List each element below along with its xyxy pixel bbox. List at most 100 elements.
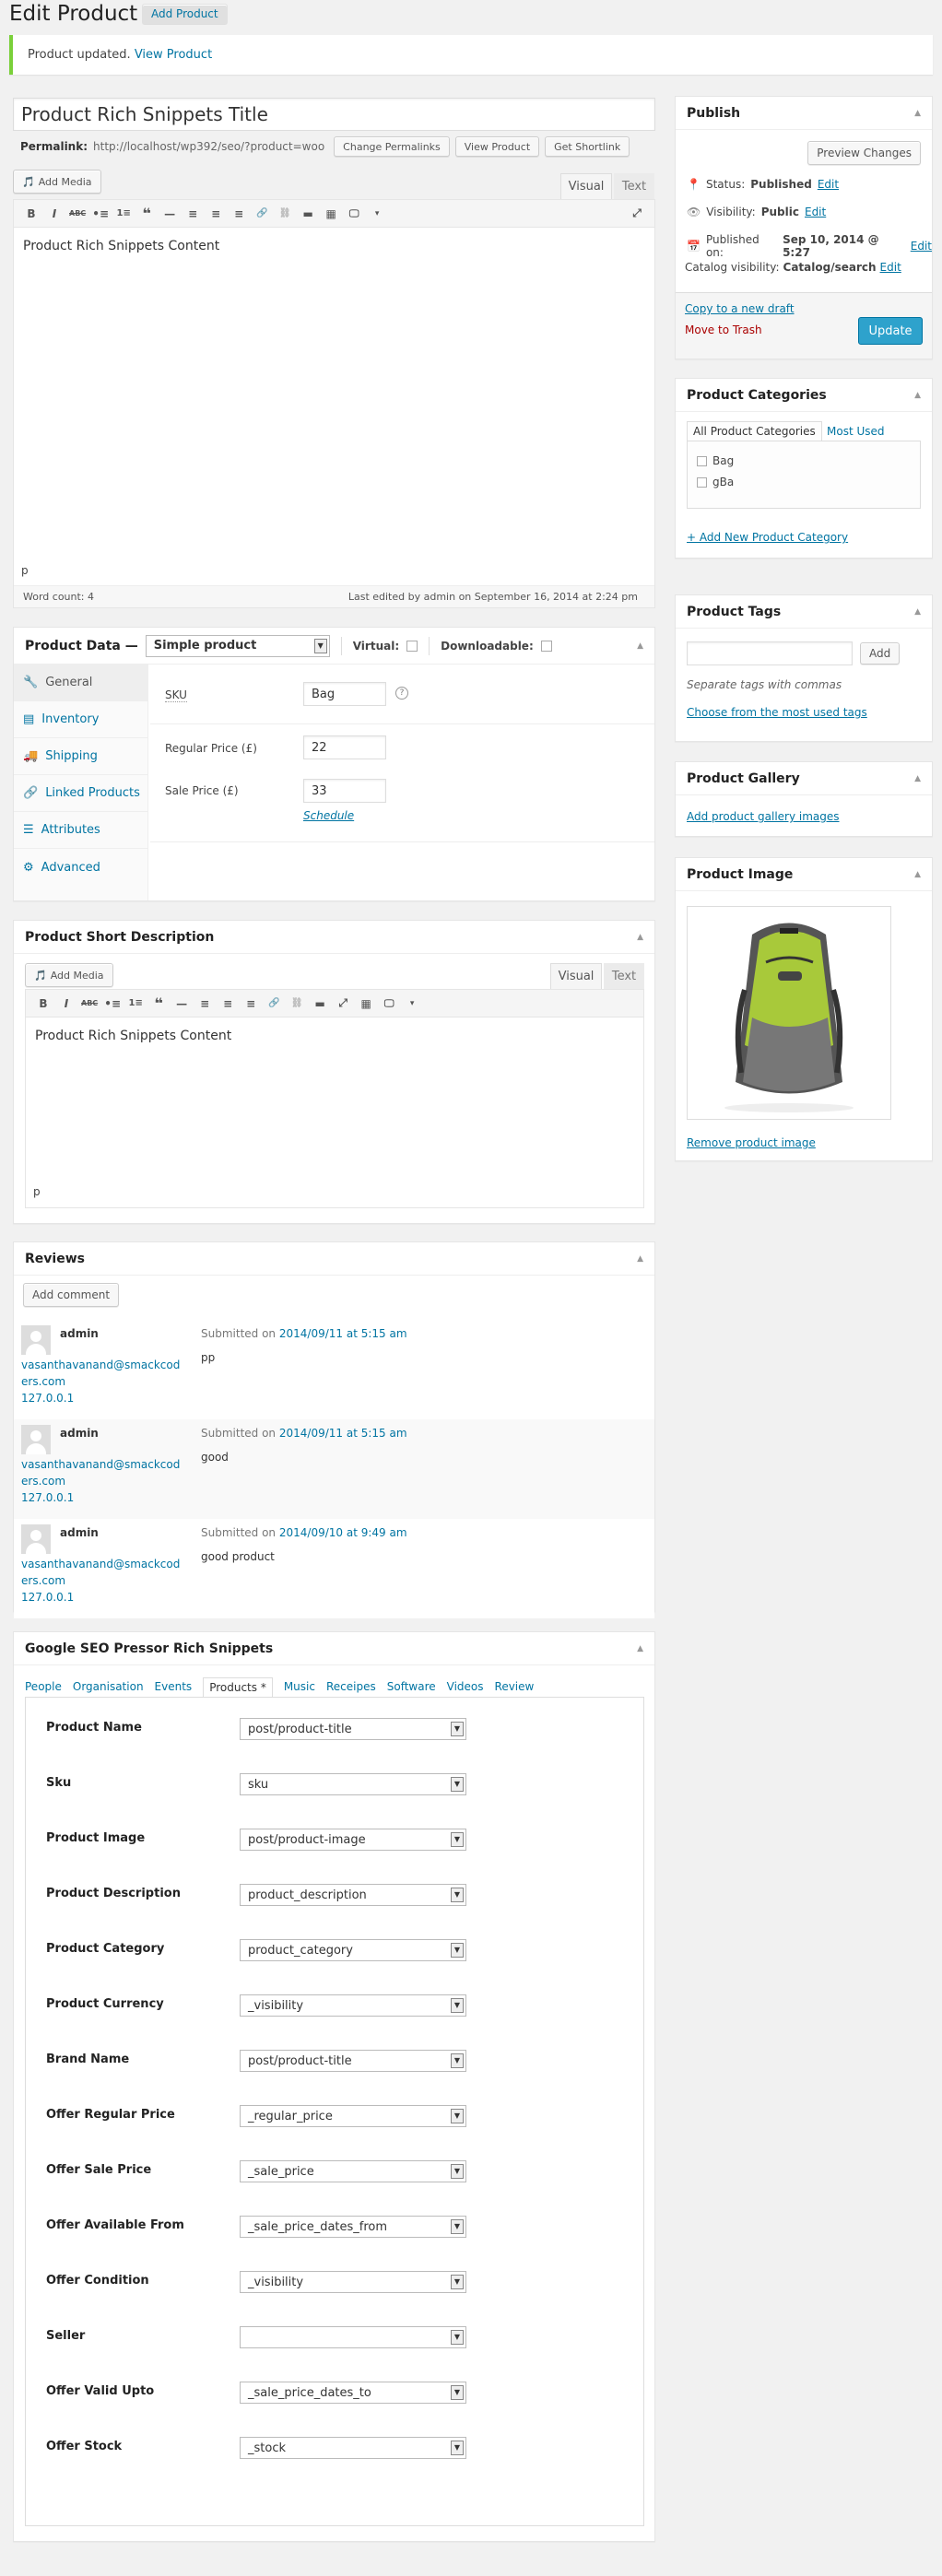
seo-field-select[interactable]: ▼ — [240, 2326, 466, 2348]
review-ip[interactable]: 127.0.0.1 — [21, 1392, 74, 1405]
review-email[interactable]: vasanthavanand@smackcod ers.com — [21, 1456, 180, 1489]
seo-field-select[interactable]: post/product-title ▼ — [240, 2050, 466, 2072]
choose-tags-link[interactable]: Choose from the most used tags — [687, 706, 867, 719]
copy-draft-link[interactable]: Copy to a new draft — [685, 302, 795, 315]
review-date-link[interactable]: 2014/09/11 at 5:15 am — [279, 1327, 407, 1340]
view-product-button[interactable]: View Product — [454, 136, 540, 157]
toolbar-toggle-icon[interactable]: ▦ — [323, 207, 339, 220]
product-type-select[interactable]: Simple product ▼ — [145, 634, 330, 657]
align-right-icon[interactable]: ≡ — [230, 207, 247, 220]
tab-text[interactable]: Text — [604, 963, 644, 989]
category-item[interactable]: gBa — [697, 476, 734, 488]
toolbar-toggle-icon[interactable]: ▦ — [358, 997, 374, 1010]
dropdown-arrow-icon[interactable]: ▾ — [369, 209, 385, 218]
shortcode-icon[interactable]: 🖵 — [381, 997, 397, 1010]
collapse-toggle-icon[interactable]: ▲ — [637, 1644, 643, 1653]
add-media-button[interactable]: 🎵 Add Media — [25, 963, 113, 987]
align-right-icon[interactable]: ≡ — [242, 997, 259, 1010]
regular-price-input[interactable]: 22 — [303, 735, 386, 759]
italic-icon[interactable]: I — [58, 997, 75, 1010]
tab-people[interactable]: People — [25, 1680, 62, 1697]
get-shortlink-button[interactable]: Get Shortlink — [545, 136, 630, 157]
fullscreen-icon[interactable]: ⤢ — [335, 996, 351, 1010]
italic-icon[interactable]: I — [46, 207, 63, 220]
collapse-toggle-icon[interactable]: ▲ — [637, 1254, 643, 1264]
dropdown-arrow-icon[interactable]: ▾ — [404, 999, 420, 1008]
add-media-button[interactable]: 🎵 Add Media — [13, 170, 101, 194]
product-image-thumbnail[interactable] — [687, 906, 891, 1120]
tab-attributes[interactable]: ☰ Attributes — [14, 812, 147, 849]
collapse-toggle-icon[interactable]: ▲ — [637, 933, 643, 942]
tab-organisation[interactable]: Organisation — [73, 1680, 144, 1697]
help-icon[interactable]: ? — [395, 687, 408, 700]
collapse-toggle-icon[interactable]: ▲ — [637, 641, 643, 651]
tab-events[interactable]: Events — [155, 1680, 193, 1697]
collapse-toggle-icon[interactable]: ▲ — [914, 607, 921, 617]
more-tag-icon[interactable]: ▬ — [312, 997, 328, 1010]
edit-visibility-link[interactable]: Edit — [805, 206, 826, 218]
strikethrough-icon[interactable]: ABC — [81, 999, 98, 1007]
view-product-link[interactable]: View Product — [135, 48, 212, 62]
seo-field-select[interactable]: _visibility ▼ — [240, 2271, 466, 2293]
unlink-icon[interactable]: ⛓ — [277, 208, 293, 218]
tag-input[interactable] — [687, 641, 853, 665]
title-input[interactable]: Product Rich Snippets Title — [13, 98, 655, 131]
tab-products[interactable]: Products * — [203, 1677, 273, 1698]
update-button[interactable]: Update — [858, 317, 923, 345]
edit-status-link[interactable]: Edit — [818, 178, 839, 191]
seo-field-select[interactable]: _stock ▼ — [240, 2437, 466, 2459]
editor-content[interactable]: Product Rich Snippets Content — [14, 228, 654, 265]
collapse-toggle-icon[interactable]: ▲ — [914, 391, 921, 400]
strikethrough-icon[interactable]: ABC — [69, 209, 86, 218]
seo-field-select[interactable]: product_description ▼ — [240, 1884, 466, 1906]
hr-icon[interactable]: — — [161, 207, 178, 220]
tab-most-used[interactable]: Most Used — [827, 425, 885, 438]
seo-field-select[interactable]: _sale_price_dates_from ▼ — [240, 2216, 466, 2238]
bold-icon[interactable]: B — [23, 207, 40, 220]
seo-field-select[interactable]: _sale_price ▼ — [240, 2160, 466, 2182]
review-date-link[interactable]: 2014/09/10 at 9:49 am — [279, 1526, 407, 1539]
move-to-trash-link[interactable]: Move to Trash — [685, 323, 762, 336]
review-email[interactable]: vasanthavanand@smackcod ers.com — [21, 1556, 180, 1589]
virtual-checkbox[interactable] — [406, 640, 418, 652]
category-item[interactable]: Bag — [697, 454, 734, 467]
review-ip[interactable]: 127.0.0.1 — [21, 1591, 74, 1604]
preview-changes-button[interactable]: Preview Changes — [807, 141, 921, 165]
link-icon[interactable]: 🔗 — [265, 998, 282, 1008]
seo-field-select[interactable]: _visibility ▼ — [240, 1994, 466, 2017]
tab-review[interactable]: Review — [495, 1680, 535, 1697]
tab-shipping[interactable]: 🚚 Shipping — [14, 738, 147, 775]
hr-icon[interactable]: — — [173, 997, 190, 1010]
tab-all-categories[interactable]: All Product Categories — [687, 421, 822, 441]
add-gallery-images-link[interactable]: Add product gallery images — [687, 810, 840, 823]
seo-field-select[interactable]: post/product-title ▼ — [240, 1718, 466, 1740]
tab-software[interactable]: Software — [387, 1680, 436, 1697]
align-left-icon[interactable]: ≡ — [196, 997, 213, 1010]
edit-catalog-link[interactable]: Edit — [880, 261, 901, 274]
review-date-link[interactable]: 2014/09/11 at 5:15 am — [279, 1427, 407, 1440]
fullscreen-icon[interactable]: ⤢ — [629, 206, 645, 220]
tab-inventory[interactable]: ▤ Inventory — [14, 701, 147, 738]
unlink-icon[interactable]: ⛓ — [288, 998, 305, 1008]
category-checkbox[interactable] — [697, 476, 707, 488]
quote-icon[interactable]: ❝ — [150, 994, 167, 1012]
add-category-link[interactable]: + Add New Product Category — [687, 531, 848, 544]
seo-field-select[interactable]: _regular_price ▼ — [240, 2105, 466, 2127]
bullet-list-icon[interactable]: •≡ — [92, 207, 109, 220]
bold-icon[interactable]: B — [35, 997, 52, 1010]
seo-field-select[interactable]: _sale_price_dates_to ▼ — [240, 2382, 466, 2404]
sku-input[interactable]: Bag — [303, 682, 386, 706]
tab-videos[interactable]: Videos — [447, 1680, 484, 1697]
collapse-toggle-icon[interactable]: ▲ — [914, 109, 921, 118]
permalink-url[interactable]: http://localhost/wp392/seo/?product=woo — [93, 140, 324, 153]
review-email[interactable]: vasanthavanand@smackcod ers.com — [21, 1357, 180, 1390]
add-product-button[interactable]: Add Product — [142, 4, 228, 24]
more-tag-icon[interactable]: ▬ — [300, 207, 316, 220]
numbered-list-icon[interactable]: 1≡ — [127, 998, 144, 1008]
change-permalinks-button[interactable]: Change Permalinks — [334, 136, 450, 157]
align-center-icon[interactable]: ≡ — [219, 997, 236, 1010]
link-icon[interactable]: 🔗 — [253, 208, 270, 218]
numbered-list-icon[interactable]: 1≡ — [115, 208, 132, 218]
collapse-toggle-icon[interactable]: ▲ — [914, 774, 921, 783]
shortcode-icon[interactable]: 🖵 — [346, 207, 362, 220]
